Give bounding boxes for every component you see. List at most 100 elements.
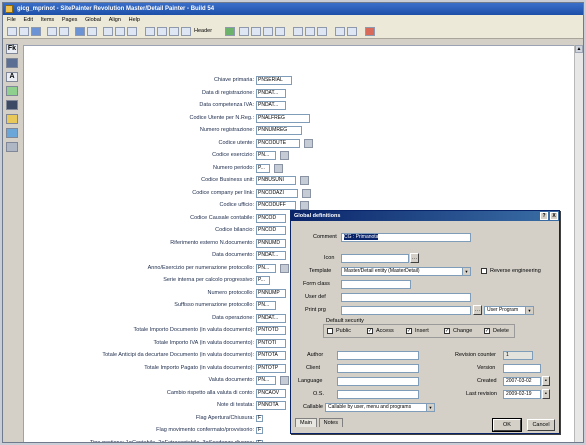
insert-checkbox[interactable]: ✓ xyxy=(406,328,412,334)
menu-align[interactable]: Align xyxy=(109,17,121,23)
save-icon[interactable] xyxy=(31,27,41,36)
icon-browse-button[interactable]: … xyxy=(410,253,419,263)
comment-input[interactable]: CG : Primanota xyxy=(341,233,471,242)
align-top-icon[interactable] xyxy=(275,27,285,36)
scroll-up-icon[interactable]: ▲ xyxy=(575,45,583,53)
access-checkbox[interactable]: ✓ xyxy=(367,328,373,334)
zoom-lookup-icon[interactable] xyxy=(300,201,309,210)
form-row-field[interactable]: PN... xyxy=(256,151,276,160)
label-tool-icon[interactable]: A xyxy=(6,72,18,82)
print-prg-type-select[interactable]: User Program ▼ xyxy=(484,306,534,315)
menu-global[interactable]: Global xyxy=(85,17,101,23)
copy-icon[interactable] xyxy=(115,27,125,36)
undo-icon[interactable] xyxy=(75,27,85,36)
zoom-lookup-icon[interactable] xyxy=(280,151,289,160)
form-row-field[interactable]: PNSERIAL xyxy=(256,76,292,85)
form-row-field[interactable]: PNCAOV xyxy=(256,388,286,398)
form-row-field[interactable]: P... xyxy=(256,163,270,173)
tab-main[interactable]: Main xyxy=(295,418,317,427)
zoom-lookup-icon[interactable] xyxy=(274,163,283,173)
public-checkbox[interactable] xyxy=(327,328,333,334)
align-right-icon[interactable] xyxy=(263,27,273,36)
form-row-field[interactable]: PNNUMP xyxy=(256,288,286,298)
form-row-field[interactable]: PNCODUFF xyxy=(256,201,296,210)
new-icon[interactable] xyxy=(7,27,17,36)
grid-tool-icon[interactable] xyxy=(6,100,18,110)
form-row-checkbox[interactable]: F xyxy=(256,427,263,434)
form-row-field[interactable]: PNCOD xyxy=(256,213,286,223)
close-icon[interactable]: X xyxy=(550,212,558,220)
same-height-icon[interactable] xyxy=(305,27,315,36)
paste-icon[interactable] xyxy=(127,27,137,36)
next-page-icon[interactable] xyxy=(169,27,179,36)
link-tool-icon[interactable] xyxy=(6,128,18,138)
callable-select[interactable]: Callable by user, menu and programs ▼ xyxy=(325,403,435,412)
zoom-lookup-icon[interactable] xyxy=(300,176,309,185)
zoom-lookup-icon[interactable] xyxy=(280,263,289,273)
zoom-lookup-icon[interactable] xyxy=(280,376,289,385)
same-width-icon[interactable] xyxy=(293,27,303,36)
grid-icon[interactable] xyxy=(225,27,235,36)
image-tool-icon[interactable] xyxy=(6,114,18,124)
version-input[interactable] xyxy=(503,364,541,373)
field-tool-icon[interactable]: Fk xyxy=(6,44,18,54)
reverse-engineering-checkbox[interactable] xyxy=(481,268,487,274)
last-revision-input[interactable]: 2009-02-19 xyxy=(503,390,541,399)
calendar-icon[interactable]: ▪ xyxy=(542,376,550,386)
delete-icon[interactable] xyxy=(365,27,375,36)
form-row-field[interactable]: PNDAT... xyxy=(256,251,286,260)
change-checkbox[interactable]: ✓ xyxy=(444,328,450,334)
author-input[interactable] xyxy=(337,351,419,360)
delete-checkbox[interactable]: ✓ xyxy=(484,328,490,334)
os-input[interactable] xyxy=(337,390,419,399)
last-page-icon[interactable] xyxy=(181,27,191,36)
chevron-down-icon[interactable]: ▼ xyxy=(426,404,434,411)
chevron-down-icon[interactable]: ▼ xyxy=(525,307,533,314)
help-icon[interactable]: ? xyxy=(540,212,548,220)
zoom-lookup-icon[interactable] xyxy=(302,188,311,198)
menu-file[interactable]: File xyxy=(7,17,16,23)
menu-items[interactable]: Items xyxy=(41,17,54,23)
form-row-field[interactable]: PNDAT... xyxy=(256,88,286,98)
menu-edit[interactable]: Edit xyxy=(24,17,33,23)
space-h-icon[interactable] xyxy=(335,27,345,36)
first-page-icon[interactable] xyxy=(145,27,155,36)
form-row-field[interactable]: PNDAT... xyxy=(256,313,286,323)
template-select[interactable]: Master/Detail entity (MasterDetail) ▼ xyxy=(341,267,471,276)
form-row-field[interactable]: PNCODUTE xyxy=(256,138,300,148)
print-icon[interactable] xyxy=(47,27,57,36)
created-input[interactable]: 2007-03-02 xyxy=(503,377,541,386)
form-row-field[interactable]: PNNOTA xyxy=(256,401,286,410)
box-tool-icon[interactable] xyxy=(6,86,18,96)
align-center-icon[interactable] xyxy=(251,27,261,36)
form-row-field[interactable]: PNTOTI xyxy=(256,338,286,348)
user-def-input[interactable] xyxy=(341,293,471,302)
menu-help[interactable]: Help xyxy=(129,17,140,23)
form-row-field[interactable]: PN... xyxy=(256,263,276,273)
calendar-icon[interactable]: ▪ xyxy=(542,389,550,399)
print-prg-input[interactable] xyxy=(341,306,471,315)
align-left-icon[interactable] xyxy=(239,27,249,36)
cancel-button[interactable]: Cancel xyxy=(527,419,555,431)
form-class-input[interactable] xyxy=(341,280,411,289)
menu-pages[interactable]: Pages xyxy=(62,17,78,23)
prev-page-icon[interactable] xyxy=(157,27,167,36)
form-row-field[interactable]: PNTOTA xyxy=(256,351,286,360)
cut-icon[interactable] xyxy=(103,27,113,36)
icon-input[interactable] xyxy=(341,254,409,263)
button-tool-icon[interactable] xyxy=(6,58,18,68)
form-row-checkbox[interactable]: F xyxy=(256,439,263,442)
open-icon[interactable] xyxy=(19,27,29,36)
ok-button[interactable]: OK xyxy=(492,418,522,432)
same-size-icon[interactable] xyxy=(317,27,327,36)
form-row-field[interactable]: PNCOD xyxy=(256,226,286,235)
vertical-scrollbar[interactable]: ▲ xyxy=(574,45,583,442)
form-row-field[interactable]: PNNUMREG xyxy=(256,126,302,135)
preview-icon[interactable] xyxy=(59,27,69,36)
form-row-field[interactable]: PNNUMD xyxy=(256,238,286,248)
form-row-checkbox[interactable]: F xyxy=(256,414,263,422)
tab-notes[interactable]: Notes xyxy=(318,418,343,427)
form-row-field[interactable]: PN... xyxy=(256,301,276,310)
header-label[interactable]: Header xyxy=(194,27,212,36)
form-row-field[interactable]: PN... xyxy=(256,376,276,385)
